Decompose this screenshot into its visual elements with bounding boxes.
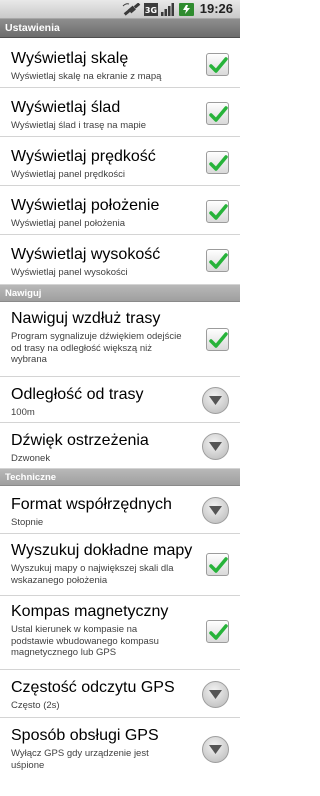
category-title: Nawiguj <box>5 288 42 299</box>
setting-summary: Wyświetlaj ślad i trasę na mapie <box>11 120 147 131</box>
chevron-down-icon <box>209 745 222 754</box>
checkmark-icon <box>209 57 228 73</box>
setting-title: Wyświetlaj skalę <box>11 50 129 67</box>
magnetic-compass-checkbox[interactable] <box>206 620 229 643</box>
checkmark-icon <box>209 155 228 171</box>
satellite-icon <box>122 3 141 16</box>
checkmark-icon <box>209 557 228 573</box>
setting-summary: Wyświetlaj panel wysokości <box>11 267 128 278</box>
chevron-down-icon <box>209 506 222 515</box>
setting-summary: Ustal kierunek w kompasie na podstawie w… <box>11 624 159 658</box>
setting-summary: Dzwonek <box>11 453 51 464</box>
chevron-down-icon <box>209 396 222 405</box>
setting-title: Wyświetlaj ślad <box>11 99 121 116</box>
setting-warning-sound[interactable]: Dźwięk ostrzeżenia Dzwonek <box>0 423 240 469</box>
clock: 19:26 <box>199 1 233 16</box>
battery-charging-icon <box>179 3 194 16</box>
setting-show-scale[interactable]: Wyświetlaj skalę Wyświetlaj skalę na ekr… <box>0 39 240 88</box>
setting-show-track[interactable]: Wyświetlaj ślad Wyświetlaj ślad i trasę … <box>0 88 240 137</box>
setting-coordinate-format[interactable]: Format współrzędnych Stopnie <box>0 486 240 534</box>
setting-show-position[interactable]: Wyświetlaj położenie Wyświetlaj panel po… <box>0 186 240 235</box>
find-detailed-maps-checkbox[interactable] <box>206 553 229 576</box>
setting-title: Kompas magnetyczny <box>11 603 169 620</box>
setting-gps-read-frequency[interactable]: Częstość odczytu GPS Często (2s) <box>0 670 240 718</box>
setting-summary: Program sygnalizuje dźwiękiem odejście o… <box>11 331 182 365</box>
setting-title: Wyszukuj dokładne mapy <box>11 542 193 559</box>
setting-title: Częstość odczytu GPS <box>11 679 175 696</box>
show-speed-checkbox[interactable] <box>206 151 229 174</box>
checkmark-icon <box>209 253 228 269</box>
route-distance-dropdown[interactable] <box>202 387 229 414</box>
show-altitude-checkbox[interactable] <box>206 249 229 272</box>
setting-title: Wyświetlaj wysokość <box>11 246 161 263</box>
show-scale-checkbox[interactable] <box>206 53 229 76</box>
setting-summary: Wyszukuj mapy o największej skali dla ws… <box>11 563 174 586</box>
setting-summary: Często (2s) <box>11 700 60 711</box>
category-header-navigate: Nawiguj <box>0 285 240 302</box>
setting-summary: Wyświetlaj skalę na ekranie z mapą <box>11 71 162 82</box>
checkmark-icon <box>209 204 228 220</box>
show-track-checkbox[interactable] <box>206 102 229 125</box>
gps-read-frequency-dropdown[interactable] <box>202 681 229 708</box>
setting-magnetic-compass[interactable]: Kompas magnetyczny Ustal kierunek w komp… <box>0 596 240 670</box>
warning-sound-dropdown[interactable] <box>202 433 229 460</box>
setting-show-altitude[interactable]: Wyświetlaj wysokość Wyświetlaj panel wys… <box>0 235 240 285</box>
status-bar: 3G 19:26 <box>0 0 240 19</box>
setting-route-distance[interactable]: Odległość od trasy 100m <box>0 377 240 423</box>
setting-show-speed[interactable]: Wyświetlaj prędkość Wyświetlaj panel prę… <box>0 137 240 186</box>
settings-list: Wyświetlaj skalę Wyświetlaj skalę na ekr… <box>0 39 240 780</box>
gps-handling-dropdown[interactable] <box>202 736 229 763</box>
navigate-along-route-checkbox[interactable] <box>206 328 229 351</box>
setting-navigate-along-route[interactable]: Nawiguj wzdłuż trasy Program sygnalizuje… <box>0 302 240 377</box>
chevron-down-icon <box>209 690 222 699</box>
checkmark-icon <box>209 106 228 122</box>
setting-title: Wyświetlaj położenie <box>11 197 160 214</box>
show-position-checkbox[interactable] <box>206 200 229 223</box>
setting-title: Sposób obsługi GPS <box>11 727 159 744</box>
setting-summary: Wyłącz GPS gdy urządzenie jest uśpione <box>11 748 149 771</box>
category-header-technical: Techniczne <box>0 469 240 486</box>
setting-summary: Wyświetlaj panel położenia <box>11 218 125 229</box>
setting-summary: Stopnie <box>11 517 44 528</box>
svg-text:3G: 3G <box>145 6 157 15</box>
setting-summary: Wyświetlaj panel prędkości <box>11 169 125 180</box>
3g-icon: 3G <box>144 3 158 16</box>
category-title: Techniczne <box>5 472 57 483</box>
setting-gps-handling[interactable]: Sposób obsługi GPS Wyłącz GPS gdy urządz… <box>0 718 240 780</box>
setting-title: Format współrzędnych <box>11 496 172 513</box>
coordinate-format-dropdown[interactable] <box>202 497 229 524</box>
setting-title: Nawiguj wzdłuż trasy <box>11 310 161 327</box>
setting-find-detailed-maps[interactable]: Wyszukuj dokładne mapy Wyszukuj mapy o n… <box>0 534 240 596</box>
setting-summary: 100m <box>11 407 35 418</box>
checkmark-icon <box>209 332 228 348</box>
setting-title: Wyświetlaj prędkość <box>11 148 156 165</box>
title-bar: Ustawienia <box>0 19 240 38</box>
setting-title: Odległość od trasy <box>11 386 144 403</box>
chevron-down-icon <box>209 442 222 451</box>
checkmark-icon <box>209 624 228 640</box>
signal-icon <box>161 3 174 16</box>
setting-title: Dźwięk ostrzeżenia <box>11 432 149 449</box>
page-title: Ustawienia <box>5 22 60 34</box>
